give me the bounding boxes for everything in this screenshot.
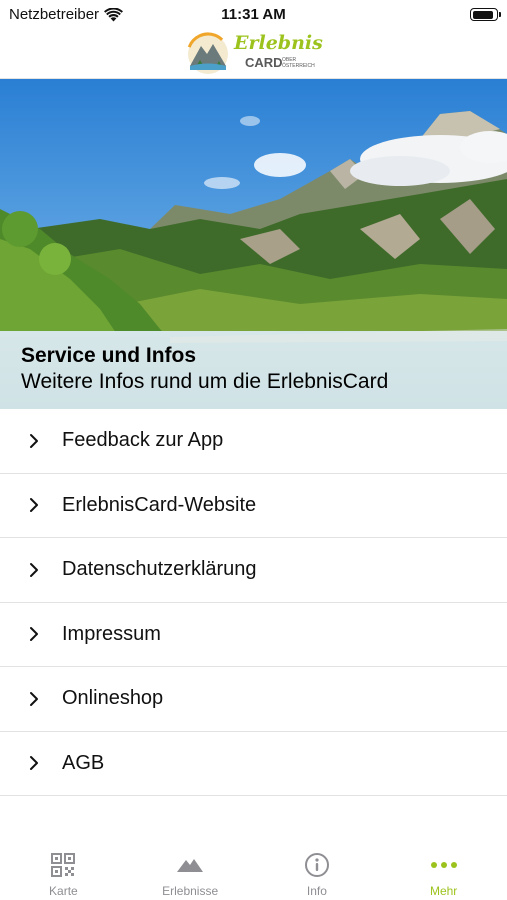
erlebniscard-logo: Erlebnis CARD OBER ÖSTERREICH	[186, 32, 323, 76]
battery-icon	[470, 8, 501, 21]
chevron-right-icon	[30, 498, 38, 513]
chevron-right-icon	[30, 691, 38, 706]
qr-code-icon	[49, 851, 77, 879]
chevron-right-icon	[30, 756, 38, 771]
tab-mehr[interactable]: Mehr	[380, 836, 507, 900]
hero-subtitle: Weitere Infos rund um die ErlebnisCard	[21, 370, 389, 393]
chevron-right-icon	[30, 433, 38, 448]
chevron-right-icon	[30, 562, 38, 577]
app-header: Erlebnis CARD OBER ÖSTERREICH	[0, 28, 507, 79]
menu-item-imprint[interactable]: Impressum	[0, 603, 507, 667]
menu-item-label: Feedback zur App	[62, 429, 224, 452]
menu-item-label: ErlebnisCard-Website	[62, 493, 257, 516]
tab-label-info: Info	[306, 884, 327, 898]
mountain-icon	[176, 851, 204, 879]
service-menu-list: Feedback zur App ErlebnisCard-Website Da…	[0, 409, 507, 796]
hero-caption: Service und Infos Weitere Infos rund um …	[0, 331, 507, 409]
svg-text:Erlebnis: Erlebnis	[233, 32, 323, 54]
hero-title: Service und Infos	[21, 344, 197, 367]
menu-item-terms[interactable]: AGB	[0, 732, 507, 796]
menu-item-feedback[interactable]: Feedback zur App	[0, 409, 507, 474]
menu-item-website[interactable]: ErlebnisCard-Website	[0, 474, 507, 538]
info-circle-icon	[303, 851, 331, 879]
battery-level	[472, 10, 494, 19]
tab-bar: Karte Erlebnisse Info Mehr	[0, 836, 507, 900]
menu-item-label: Impressum	[62, 622, 161, 645]
menu-item-label: Datenschutzerklärung	[62, 558, 257, 581]
tab-label-erlebnisse: Erlebnisse	[162, 884, 219, 898]
menu-item-label: AGB	[62, 751, 105, 774]
status-time: 11:31 AM	[221, 6, 286, 23]
hero-banner: Service und Infos Weitere Infos rund um …	[0, 79, 507, 409]
menu-item-onlineshop[interactable]: Onlineshop	[0, 667, 507, 732]
tab-erlebnisse[interactable]: Erlebnisse	[127, 836, 254, 900]
tab-karte[interactable]: Karte	[0, 836, 127, 900]
chevron-right-icon	[30, 627, 38, 642]
tab-info[interactable]: Info	[254, 836, 381, 900]
svg-text:ÖSTERREICH: ÖSTERREICH	[282, 62, 315, 69]
tab-label-mehr: Mehr	[429, 884, 458, 898]
menu-item-privacy[interactable]: Datenschutzerklärung	[0, 538, 507, 603]
tab-label-karte: Karte	[49, 884, 78, 898]
more-dots-icon	[430, 851, 458, 879]
menu-item-label: Onlineshop	[62, 687, 164, 710]
svg-text:CARD: CARD	[245, 55, 283, 70]
status-bar: Netzbetreiber 11:31 AM	[0, 0, 507, 28]
